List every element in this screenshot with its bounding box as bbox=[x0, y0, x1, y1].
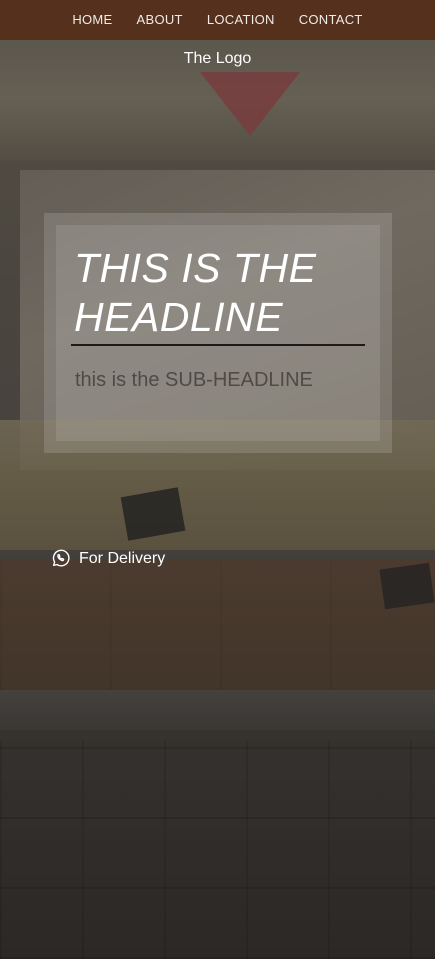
nav-link-home[interactable]: HOME bbox=[72, 0, 112, 40]
site-logo[interactable]: The Logo bbox=[0, 50, 435, 68]
whatsapp-icon bbox=[50, 548, 71, 569]
hero-headline: THIS IS THE HEADLINE bbox=[74, 244, 374, 342]
top-navigation: HOME ABOUT LOCATION CONTACT bbox=[0, 0, 435, 40]
delivery-label: For Delivery bbox=[79, 549, 166, 567]
nav-link-about[interactable]: ABOUT bbox=[137, 0, 183, 40]
nav-link-contact[interactable]: CONTACT bbox=[299, 0, 363, 40]
headline-line-2: HEADLINE bbox=[74, 294, 284, 340]
headline-line-1: THIS IS THE bbox=[74, 245, 317, 291]
nav-link-location[interactable]: LOCATION bbox=[207, 0, 275, 40]
hero-background-photo bbox=[0, 0, 435, 959]
hero-subheadline: this is the SUB-HEADLINE bbox=[75, 369, 313, 391]
headline-divider bbox=[71, 344, 365, 346]
dark-overlay bbox=[0, 0, 435, 959]
delivery-link[interactable]: For Delivery bbox=[50, 548, 165, 569]
